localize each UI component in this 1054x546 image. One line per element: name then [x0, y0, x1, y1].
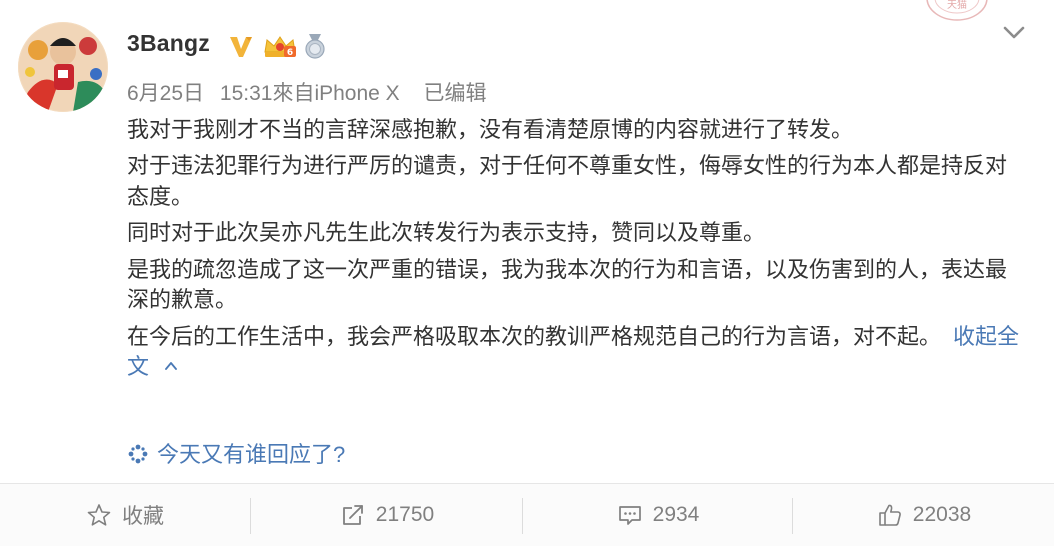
- post-paragraph: 是我的疏忽造成了这一次严重的错误，我为我本次的行为和言语，以及伤害到的人，表达最…: [127, 256, 1008, 313]
- post-time[interactable]: 15:31: [220, 82, 273, 105]
- post-date[interactable]: 6月25日: [127, 82, 204, 105]
- post-paragraph-last: 在今后的工作生活中，我会严格吸取本次的教训严格规范自己的行为言语，对不起。 收起全…: [127, 322, 1022, 383]
- action-separator: [792, 498, 793, 534]
- avatar[interactable]: [18, 22, 108, 112]
- like-count: 22038: [912, 503, 972, 526]
- post-paragraph: 对于违法犯罪行为进行严厉的谴责，对于任何不尊重女性，侮辱女性的行为本人都是持反对…: [127, 153, 1008, 209]
- topic-label: 今天又有谁回应了?: [157, 442, 346, 467]
- star-icon: [87, 504, 111, 526]
- action-separator: [522, 498, 523, 534]
- post-meta: 6月25日 15:31來自iPhone X 已编辑: [127, 77, 487, 107]
- repost-button[interactable]: 21750: [252, 484, 522, 546]
- like-icon: [878, 504, 901, 526]
- medal-badge-icon: [305, 34, 325, 59]
- repost-icon: [342, 505, 363, 525]
- topic-sparkle-icon: [128, 444, 148, 464]
- edited-label[interactable]: 已编辑: [424, 82, 487, 105]
- svg-text:6: 6: [287, 48, 293, 58]
- weibo-post-card: 天猫 3Bangz 6 6月25日 15:31來自iPhone X 已编辑 我对…: [0, 0, 1054, 546]
- post-paragraph-text: 在今后的工作生活中，我会严格吸取本次的教训严格规范自己的行为言语，对不起。: [127, 323, 942, 349]
- comment-icon: [618, 506, 641, 525]
- crown-badge-icon: 6: [264, 36, 296, 58]
- favorite-button[interactable]: 收藏: [0, 484, 250, 546]
- comment-button[interactable]: 2934: [524, 484, 792, 546]
- username[interactable]: 3Bangz: [127, 30, 210, 57]
- favorite-label: 收藏: [122, 505, 164, 528]
- caret-up-icon: [165, 361, 177, 370]
- verified-v-icon: [230, 37, 252, 57]
- post-body: 我对于我刚才不当的言辞深感抱歉，没有看清楚原博的内容就进行了转发。 对于违法犯罪…: [127, 115, 1022, 388]
- like-button[interactable]: 22038: [794, 484, 1054, 546]
- post-paragraph: 同时对于此次吴亦凡先生此次转发行为表示支持，赞同以及尊重。: [127, 220, 766, 246]
- topic-link[interactable]: 今天又有谁回应了?: [127, 437, 345, 469]
- action-bar: 收藏 21750 2934 22038: [0, 484, 1054, 546]
- stamp-watermark: 天猫: [922, 0, 992, 24]
- repost-count: 21750: [375, 503, 435, 526]
- chevron-down-icon[interactable]: [1000, 20, 1028, 44]
- action-separator: [250, 498, 251, 534]
- comment-count: 2934: [652, 503, 700, 526]
- svg-text:天猫: 天猫: [947, 0, 967, 11]
- post-source: 來自iPhone X: [272, 82, 400, 105]
- post-paragraph: 我对于我刚才不当的言辞深感抱歉，没有看清楚原博的内容就进行了转发。: [127, 117, 854, 142]
